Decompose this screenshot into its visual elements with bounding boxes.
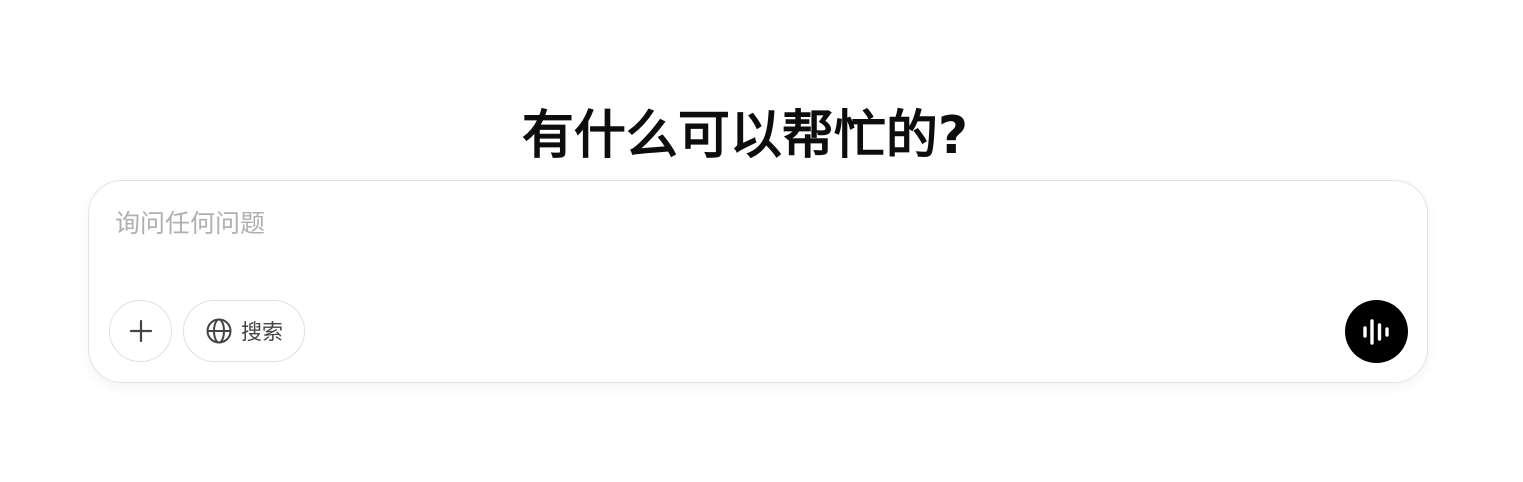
attach-button[interactable] <box>109 300 172 362</box>
page: 有什么可以帮忙的? 搜索 <box>0 0 1523 482</box>
plus-icon <box>128 318 154 344</box>
prompt-input[interactable] <box>115 203 1115 243</box>
page-title: 有什么可以帮忙的? <box>521 105 969 166</box>
voice-waveform-icon <box>1360 315 1394 349</box>
globe-icon <box>205 317 233 345</box>
voice-mode-button[interactable] <box>1345 300 1408 363</box>
search-button[interactable]: 搜索 <box>183 300 305 362</box>
prompt-composer: 搜索 <box>88 180 1428 383</box>
search-button-label: 搜索 <box>241 320 283 344</box>
